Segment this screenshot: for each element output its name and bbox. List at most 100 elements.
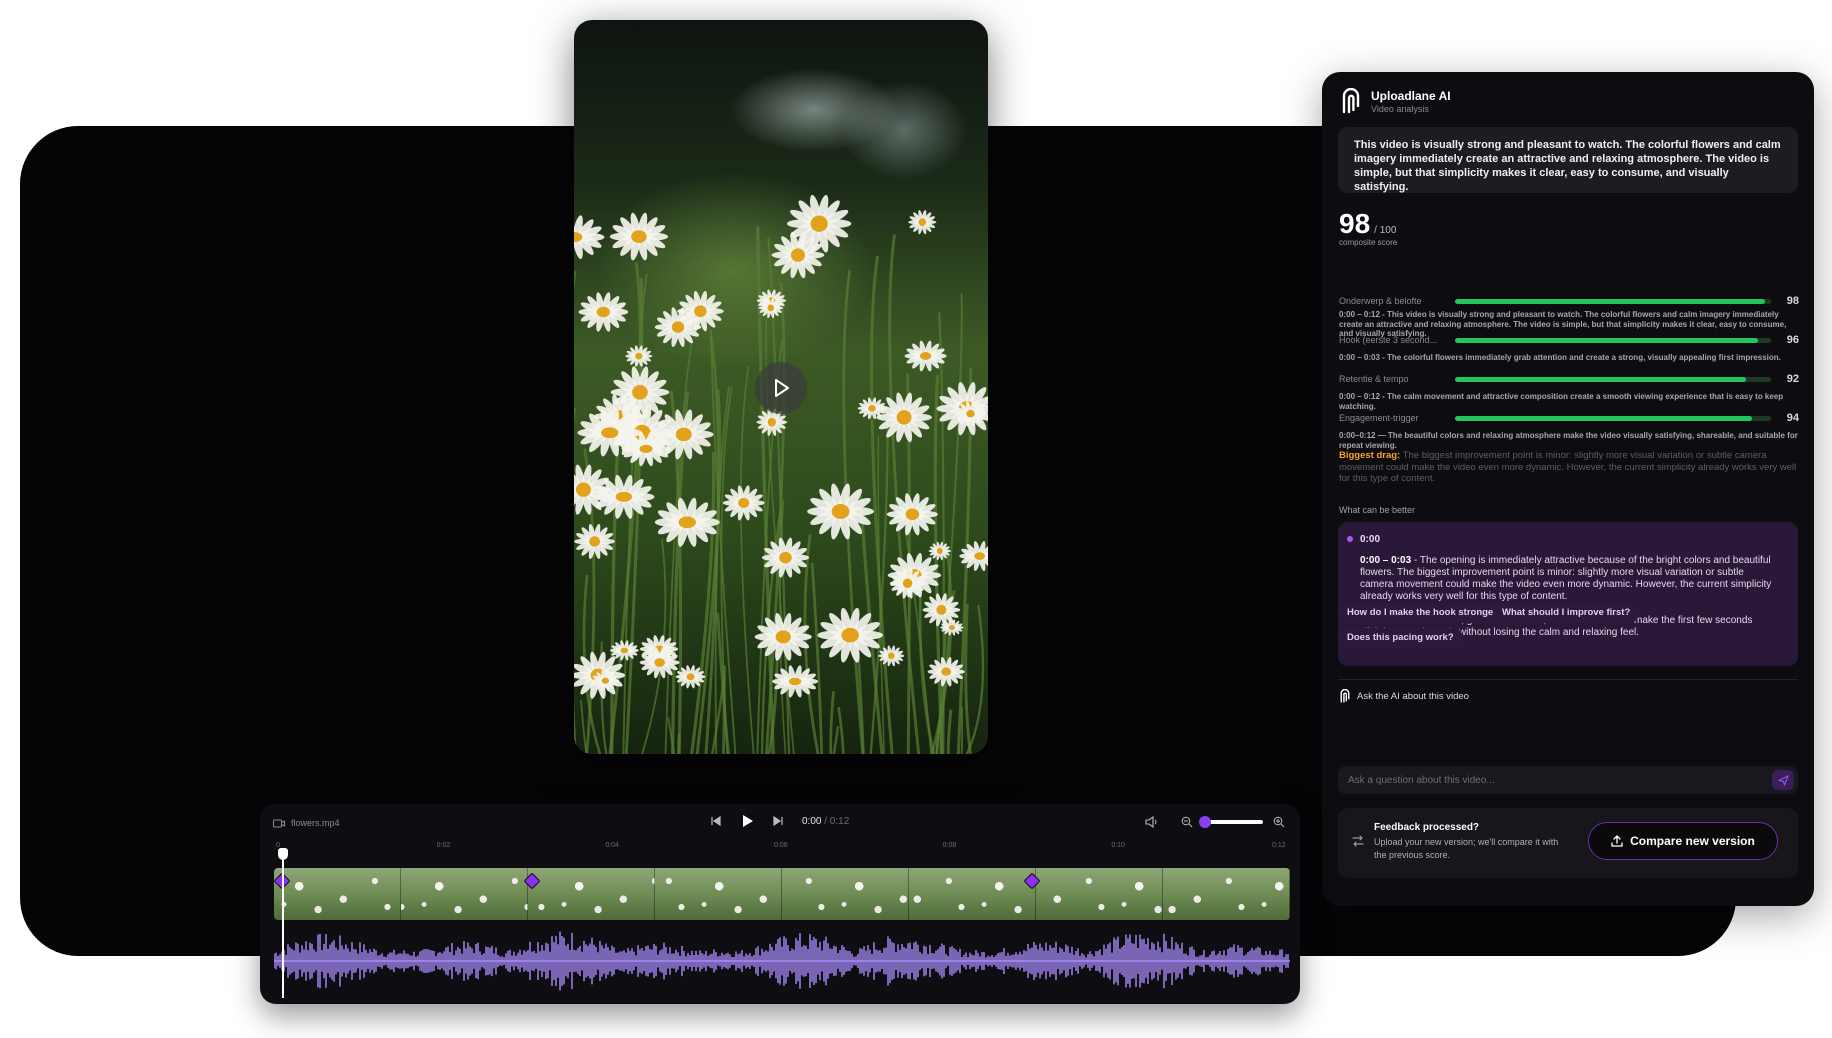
compare-label: Compare new version [1630,834,1755,848]
skip-back-icon[interactable] [710,815,722,827]
daisy-flower [609,212,669,261]
composite-score: 98/ 100 composite score [1339,208,1397,247]
video-frame-thumbnail [274,868,401,920]
daisy-flower [754,613,812,661]
metric-value: 92 [1786,373,1800,385]
ruler-tick-label: 0:12 [1272,842,1286,849]
metric-note: 0:00–0:12 — The beautiful colors and rel… [1339,431,1798,450]
timestamp-dot-icon [1347,536,1353,542]
time-ruler: 0 0:02 0:04 0:06 0:08 0:10 0:12 [274,842,1286,856]
metric-engagement: Engagement-trigger 94 0:00–0:12 — The be… [1339,411,1799,450]
score-value: 98 [1339,208,1371,239]
ask-ai-field[interactable] [1338,766,1798,794]
panel-header: Uploadlane AI Video analysis [1340,88,1451,114]
audio-waveform[interactable] [274,930,1290,992]
video-frame-thumbnail [528,868,655,920]
metric-note: 0:00 – 0:12 - The calm movement and attr… [1339,392,1784,411]
time-display: 0:00 / 0:12 [802,816,849,827]
metric-name: Retentie & tempo [1339,374,1409,384]
metric-bar-fill [1454,376,1746,382]
daisy-flower [574,215,605,260]
flower-stem [740,365,755,754]
zoom-controls [1145,816,1285,828]
timeline-editor: flowers.mp4 0:00 / 0:12 0 0:02 0:04 0:06 0:0… [260,804,1300,1004]
video-frame-thumbnail [655,868,782,920]
metric-bar-fill [1454,337,1759,343]
metric-value: 94 [1786,412,1800,424]
fix-timestamp[interactable]: 0:00 [1360,534,1776,545]
daisy-flower [722,485,765,521]
skip-forward-icon[interactable] [772,815,784,827]
metric-bar [1454,337,1772,343]
metric-name: Hook (eerste 3 second... [1339,335,1438,345]
ask-ai-header: Ask the AI about this video [1339,689,1469,703]
zoom-out-icon[interactable] [1181,816,1193,828]
zoom-slider-handle[interactable] [1199,816,1211,828]
zoom-slider[interactable] [1199,816,1263,828]
playhead-handle[interactable] [278,848,288,860]
filename: flowers.mp4 [291,818,340,828]
feedback-subtitle: Upload your new version; we'll compare i… [1374,837,1559,860]
ruler-tick-label: 0:10 [1111,842,1125,849]
send-button[interactable] [1772,770,1794,790]
send-icon [1777,774,1789,786]
ruler-tick-label: 0:08 [942,842,957,849]
uploadlane-logo-icon [1342,88,1360,114]
metric-hook: Hook (eerste 3 second... 96 0:00 – 0:03 … [1339,333,1799,363]
daisy-flower [908,210,937,235]
video-frame-thumbnail [401,868,528,920]
uploadlane-small-icon [1340,689,1350,703]
metric-value: 98 [1786,295,1800,307]
ai-analysis-panel: Uploadlane AI Video analysis This video … [1322,72,1814,906]
metric-name: Onderwerp & belofte [1339,296,1422,306]
play-button-icon[interactable] [740,814,754,828]
ask-ai-input[interactable] [1348,766,1748,794]
metric-value: 96 [1786,334,1800,346]
analysis-summary: This video is visually strong and pleasa… [1338,127,1798,193]
zoom-in-icon[interactable] [1273,816,1285,828]
video-frame-thumbnail [1036,868,1163,920]
play-overlay-button[interactable] [755,362,807,414]
video-frame-thumbnail [909,868,1036,920]
metric-onderwerp: Onderwerp & belofte 98 0:00 – 0:12 - Thi… [1339,294,1799,339]
current-time: 0:00 [802,815,822,827]
panel-subtitle: Video analysis [1371,103,1429,114]
volume-icon[interactable] [1145,816,1159,828]
metric-note: 0:00 – 0:03 - The colorful flowers immed… [1339,353,1781,362]
ask-title: Ask the AI about this video [1357,690,1469,702]
ruler-tick-label: 0:06 [774,842,788,849]
file-info: flowers.mp4 [273,818,340,828]
ruler-tick-label: 0:04 [605,842,619,849]
playback-controls: 0:00 / 0:12 [710,814,849,828]
daisy-flower [959,541,988,572]
feedback-card: Feedback processed? Upload your new vers… [1338,808,1798,878]
daisy-flower [876,392,933,443]
metric-bar-fill [1454,298,1765,304]
play-icon [775,379,789,397]
suggestion-chip-hook[interactable]: How do I make the hook stronger? [1338,603,1512,623]
daisy-flower [578,292,629,332]
video-frame-thumbnail [782,868,909,920]
video-frame-thumbnail [1163,868,1290,920]
panel-title: Uploadlane AI [1371,88,1451,103]
daisy-flower [886,493,938,536]
feedback-title: Feedback processed? [1374,822,1480,833]
compare-arrows-icon [1352,835,1364,847]
drag-label: Biggest drag: [1339,450,1401,461]
fix-range: 0:00 – 0:03 [1360,555,1412,566]
metric-bar [1454,376,1772,382]
ruler-tick-label: 0:02 [436,842,451,849]
metric-retentie: Retentie & tempo 92 0:00 – 0:12 - The ca… [1339,372,1799,411]
duration: / 0:12 [824,815,850,827]
video-preview[interactable] [574,20,988,754]
suggestion-chip-pacing[interactable]: Does this pacing work? [1338,628,1463,648]
suggestion-chip-improve[interactable]: What should I improve first? [1493,603,1640,623]
daisy-flower [772,665,819,698]
divider [1338,679,1798,680]
video-frames-track[interactable] [274,868,1290,920]
flower-stem [574,408,577,754]
compare-new-version-button[interactable]: Compare new version [1588,822,1778,860]
score-max: / 100 [1374,225,1397,236]
daisy-flower [761,537,810,578]
playhead[interactable] [282,850,284,998]
